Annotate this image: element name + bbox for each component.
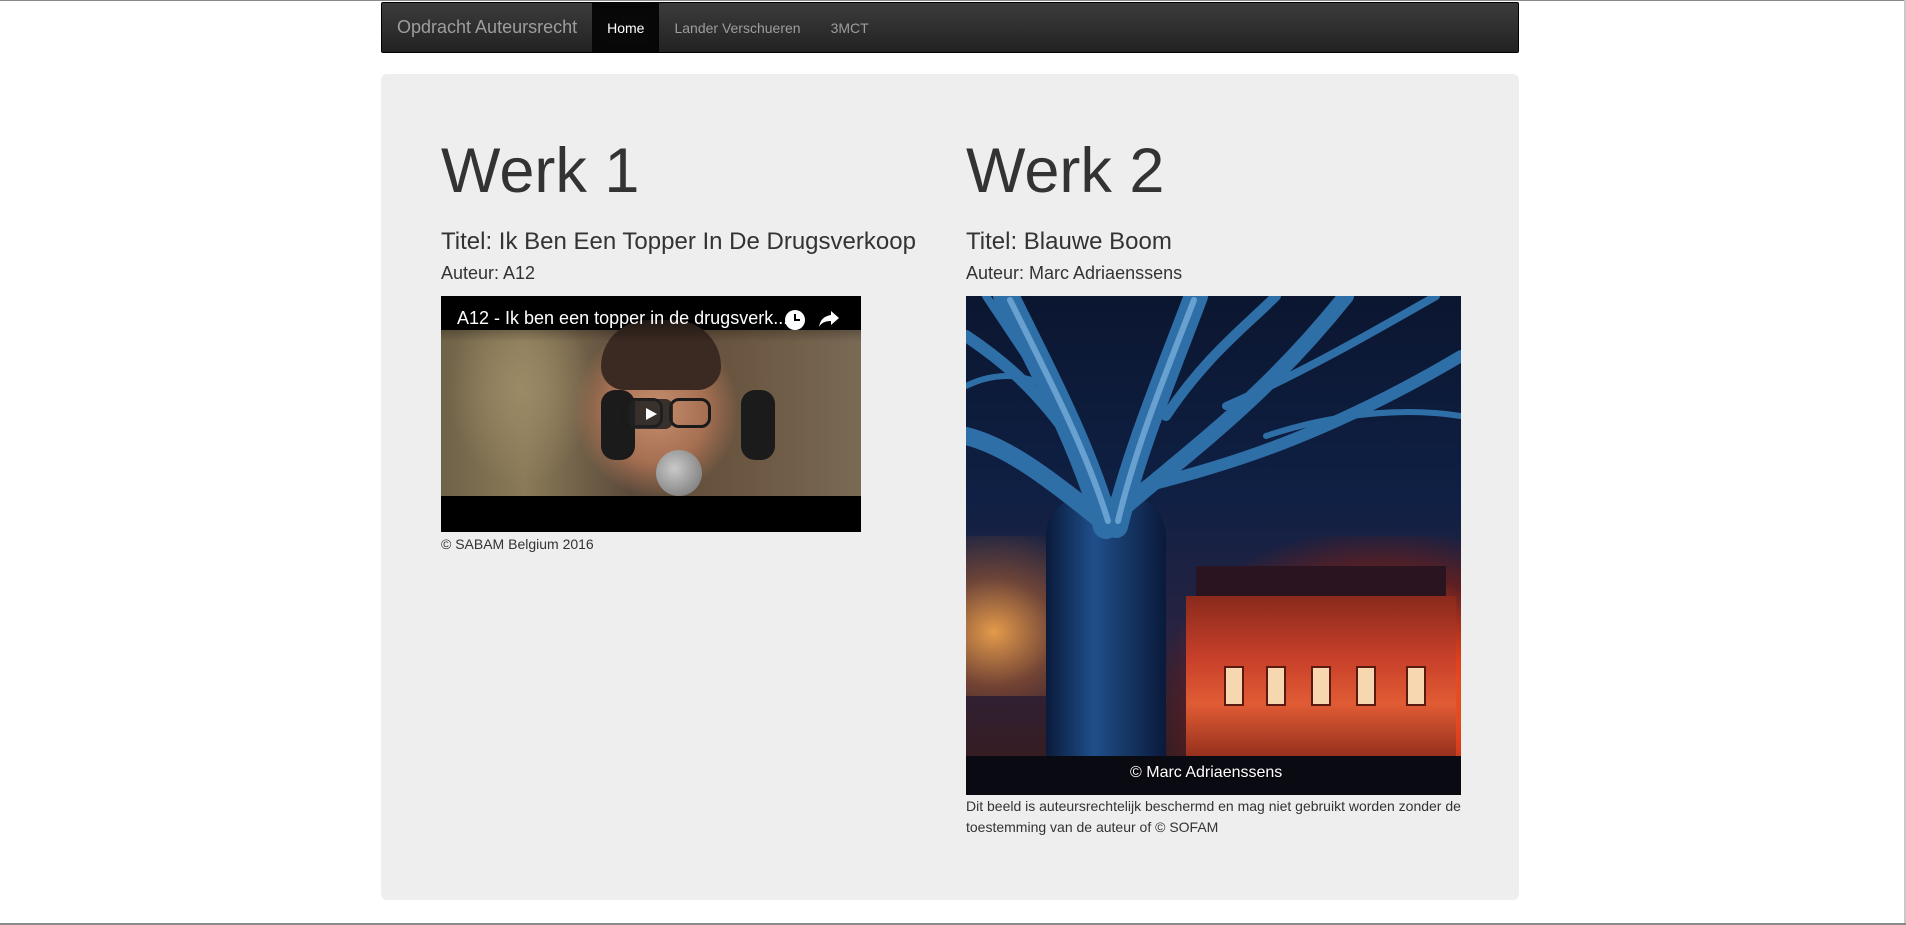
photo-blauwe-boom: © Marc Adriaenssens	[966, 296, 1461, 795]
photo-credit: © Marc Adriaenssens	[1130, 764, 1283, 781]
work-2-copyright: Dit beeld is auteursrechtelijk beschermd…	[966, 798, 1461, 835]
video-still-detail	[669, 398, 711, 428]
work-1-heading: Werk 1	[441, 136, 640, 206]
work-2-author: Auteur: Marc Adriaenssens	[966, 263, 1183, 283]
photo-detail	[966, 296, 1461, 539]
window-top-border	[0, 0, 1906, 1]
work-2-heading: Werk 2	[966, 136, 1165, 206]
work-1-title: Titel: Ik Ben Een Topper In De Drugsverk…	[441, 228, 916, 255]
nav-list: Home Lander Verschueren 3MCT	[592, 3, 884, 52]
clock-icon[interactable]	[785, 310, 805, 330]
work-1-copyright: © SABAM Belgium 2016	[441, 536, 594, 552]
nav-item-home[interactable]: Home	[592, 3, 660, 52]
navbar-brand[interactable]: Opdracht Auteursrecht	[382, 3, 592, 52]
jumbotron: Werk 1 Titel: Ik Ben Een Topper In De Dr…	[381, 74, 1519, 900]
navbar: Opdracht Auteursrecht Home Lander Versch…	[381, 2, 1519, 53]
work-1-author: Auteur: A12	[441, 263, 536, 283]
nav-item-lander-verschueren[interactable]: Lander Verschueren	[659, 3, 815, 52]
video-still-detail	[656, 450, 702, 496]
work-2-title: Titel: Blauwe Boom	[966, 228, 1172, 255]
youtube-video-player[interactable]: A12 - Ik ben een topper in de drugsverk.…	[441, 296, 861, 532]
share-icon[interactable]	[817, 306, 841, 330]
video-title[interactable]: A12 - Ik ben een topper in de drugsverk.…	[457, 308, 788, 329]
video-still-detail	[741, 390, 775, 460]
nav-item-3mct[interactable]: 3MCT	[816, 3, 884, 52]
play-icon[interactable]	[629, 399, 673, 429]
